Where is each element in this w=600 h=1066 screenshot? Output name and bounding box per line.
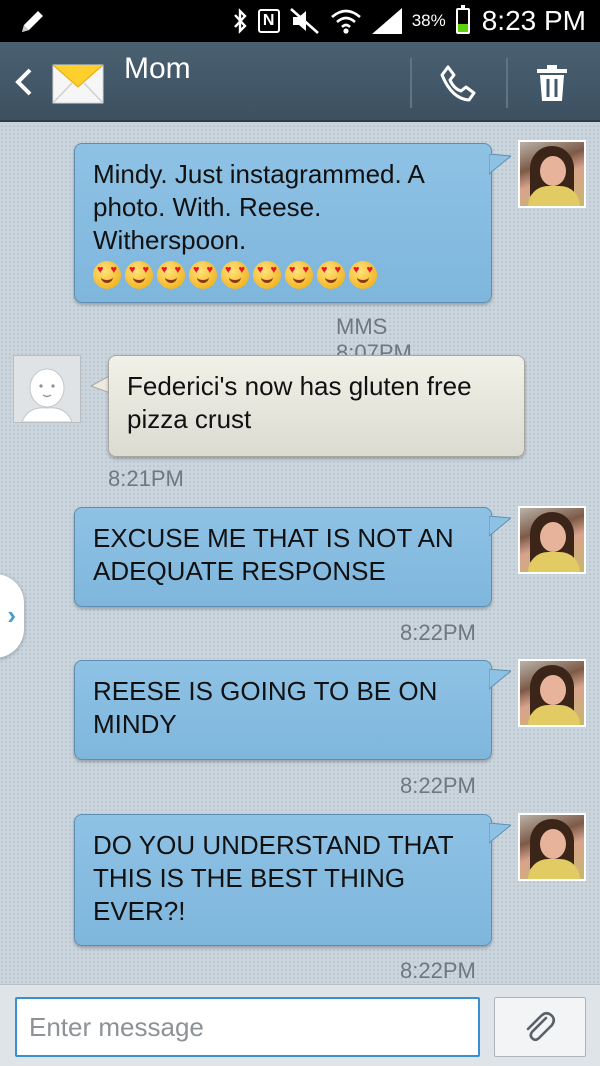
bubble-tail xyxy=(489,823,511,844)
compose-bar xyxy=(0,984,600,1066)
outgoing-bubble[interactable]: DO YOU UNDERSTAND THAT THIS IS THE BEST … xyxy=(74,814,492,946)
trash-icon xyxy=(537,65,567,101)
heart-eyes-emoji xyxy=(349,261,377,290)
message-text: Mindy. Just instagrammed. A photo. With.… xyxy=(93,159,424,255)
header-divider xyxy=(410,58,412,108)
my-avatar[interactable] xyxy=(518,506,586,574)
my-avatar[interactable] xyxy=(518,659,586,727)
drawer-handle[interactable]: › xyxy=(0,574,24,658)
heart-eyes-emoji xyxy=(221,261,249,290)
my-avatar[interactable] xyxy=(518,813,586,881)
message-timestamp: 8:22PM xyxy=(400,773,476,798)
delete-button[interactable] xyxy=(512,54,592,112)
heart-eyes-emoji xyxy=(189,261,217,290)
back-button[interactable] xyxy=(10,62,46,102)
bubble-tail xyxy=(489,516,511,537)
message-text: REESE IS GOING TO BE ON MINDY xyxy=(93,676,438,739)
call-button[interactable] xyxy=(420,54,496,112)
signal-icon xyxy=(371,8,402,34)
chevron-right-icon: › xyxy=(7,600,16,630)
action-bar: Mom xyxy=(0,42,600,150)
outgoing-bubble[interactable]: Mindy. Just instagrammed. A photo. With.… xyxy=(74,143,492,303)
pencil-icon xyxy=(22,11,43,32)
message-text: Federici's now has gluten free pizza cru… xyxy=(127,371,472,434)
default-person-icon xyxy=(21,368,73,423)
heart-eyes-emoji xyxy=(285,261,313,290)
outgoing-bubble[interactable]: EXCUSE ME THAT IS NOT AN ADEQUATE RESPON… xyxy=(74,507,492,607)
heart-eyes-emoji xyxy=(157,261,185,290)
status-bar: N 38% 8:23 PM xyxy=(0,0,600,42)
phone-icon xyxy=(440,65,476,102)
bluetooth-icon xyxy=(233,8,247,34)
message-timestamp: 8:21PM xyxy=(108,466,184,491)
heart-eyes-emoji xyxy=(125,261,153,290)
bubble-tail xyxy=(489,154,511,175)
message-text: DO YOU UNDERSTAND THAT THIS IS THE BEST … xyxy=(93,830,454,926)
paperclip-icon xyxy=(526,1011,556,1042)
emoji-row xyxy=(93,257,473,290)
envelope-icon xyxy=(52,64,104,104)
incoming-bubble[interactable]: Federici's now has gluten free pizza cru… xyxy=(108,355,525,457)
message-text: EXCUSE ME THAT IS NOT AN ADEQUATE RESPON… xyxy=(93,523,454,586)
conversation-list[interactable]: Mindy. Just instagrammed. A photo. With.… xyxy=(0,124,600,984)
mute-icon xyxy=(289,8,319,34)
clock: 8:23 PM xyxy=(481,5,586,36)
wifi-icon xyxy=(330,9,361,34)
message-timestamp: 8:22PM xyxy=(400,958,476,983)
heart-eyes-emoji xyxy=(253,261,281,290)
my-avatar[interactable] xyxy=(518,140,586,208)
header-divider xyxy=(506,58,508,108)
contact-avatar[interactable] xyxy=(13,355,81,423)
message-input[interactable] xyxy=(15,997,480,1057)
battery-icon xyxy=(455,5,470,34)
status-icons: N 38% 8:23 PM xyxy=(232,0,586,42)
heart-eyes-emoji xyxy=(93,261,121,290)
attach-button[interactable] xyxy=(494,997,586,1057)
heart-eyes-emoji xyxy=(317,261,345,290)
battery-fill xyxy=(457,23,468,32)
outgoing-bubble[interactable]: REESE IS GOING TO BE ON MINDY xyxy=(74,660,492,760)
nfc-icon: N xyxy=(257,9,280,33)
back-icon xyxy=(15,68,32,96)
contact-name: Mom xyxy=(124,52,191,85)
bubble-tail xyxy=(489,669,511,690)
message-timestamp: 8:22PM xyxy=(400,620,476,645)
battery-percent: 38% xyxy=(411,11,446,30)
